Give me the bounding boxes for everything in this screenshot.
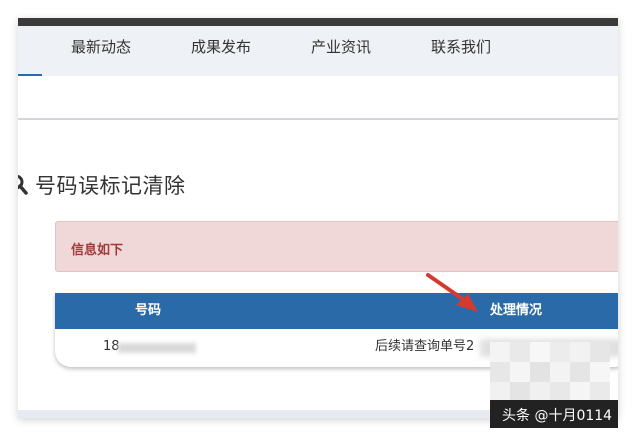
- column-header-status: 处理情况: [490, 303, 543, 318]
- table-header: 号码 处理情况: [55, 293, 618, 329]
- watermark-badge: 头条 @十月0114: [490, 400, 618, 428]
- mosaic-redaction: [490, 342, 618, 402]
- column-header-number: 号码: [135, 303, 162, 318]
- nav-item-industry-news[interactable]: 产业资讯: [311, 26, 371, 76]
- watermark-text: 头条 @十月0114: [502, 408, 613, 424]
- red-arrow-annotation: [426, 273, 478, 312]
- cell-status: 后续请查询单号2: [375, 339, 475, 354]
- sub-header-bar: [18, 76, 618, 120]
- nav-item-contact-us[interactable]: 联系我们: [431, 26, 491, 76]
- screenshot-stage: 最新动态 成果发布 产业资讯 联系我们 号码误标记清除 信息如下 号码 处理情况…: [0, 0, 636, 436]
- alert-text: 信息如下: [71, 243, 124, 258]
- nav-item-results[interactable]: 成果发布: [191, 26, 251, 76]
- search-icon: [18, 174, 28, 195]
- info-alert: 信息如下: [55, 221, 618, 272]
- top-navigation: 最新动态 成果发布 产业资讯 联系我们: [18, 26, 618, 77]
- window-top-strip: [18, 18, 618, 26]
- page-title: 号码误标记清除: [35, 174, 186, 198]
- redacted-number: [118, 343, 196, 353]
- nav-item-latest-news[interactable]: 最新动态: [71, 26, 131, 76]
